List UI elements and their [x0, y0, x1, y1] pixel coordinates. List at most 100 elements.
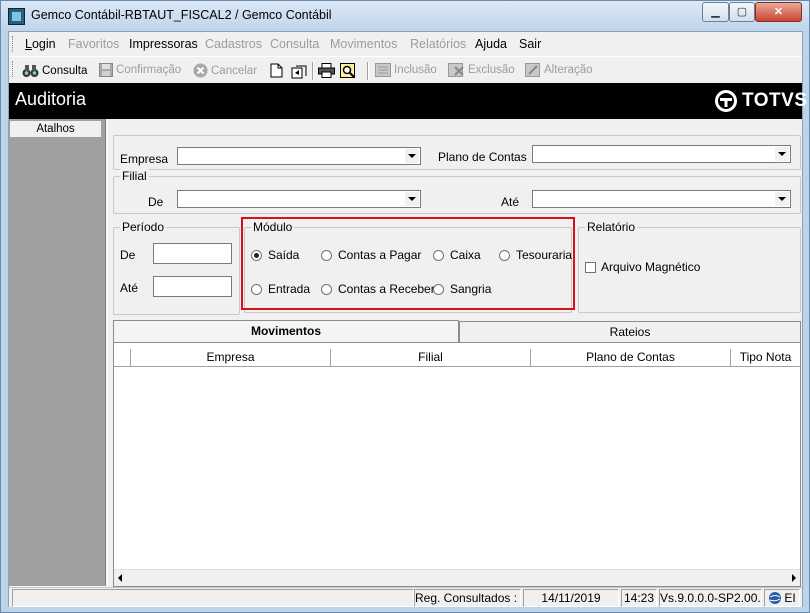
status-time: 14:23 [621, 589, 657, 607]
status-empty-panel [12, 589, 414, 607]
tab-rateios[interactable]: Rateios [459, 321, 801, 343]
menu-bar: Login Favoritos Impressoras Cadastros Co… [9, 32, 802, 55]
grid-header: Empresa Filial Plano de Contas Tipo Nota [114, 349, 800, 367]
sidebar: Atalhos [9, 119, 106, 586]
menu-login[interactable]: Login [25, 37, 56, 51]
alteracao-label: Alteração [544, 64, 593, 76]
scroll-left-icon[interactable] [118, 574, 122, 582]
print-button[interactable] [318, 63, 335, 78]
modulo-highlight [241, 217, 575, 310]
totvs-logo: TOTVS [715, 90, 808, 112]
status-bar: Reg. Consultados : 0 14/11/2019 14:23 Vs… [9, 587, 802, 607]
filial-ate-label: Até [501, 195, 520, 209]
toolbar-grip [12, 61, 15, 77]
toolbar-separator [367, 62, 369, 80]
logo-text: TOTVS [742, 90, 808, 111]
toolbar: Consulta Confirmação Cancelar Inclusão E… [9, 56, 802, 83]
client-area: Login Favoritos Impressoras Cadastros Co… [8, 31, 807, 607]
alteracao-button[interactable]: Alteração [525, 63, 593, 77]
arquivo-magnetico-checkbox[interactable]: Arquivo Magnético [585, 260, 700, 274]
status-cap: EI [764, 589, 800, 607]
status-version: Vs.9.0.0.0-SP2.00.0 [659, 589, 762, 607]
menu-ajuda[interactable]: Ajuda [475, 37, 507, 51]
minimize-button[interactable]: ▁ [702, 2, 729, 22]
new-document-button[interactable] [270, 63, 283, 78]
floppy-icon [99, 63, 113, 77]
menu-impressoras[interactable]: Impressoras [129, 37, 198, 51]
menu-favoritos[interactable]: Favoritos [68, 37, 119, 51]
window-title: Gemco Contábil-RBTAUT_FISCAL2 / Gemco Co… [31, 8, 332, 22]
inclusao-label: Inclusão [394, 64, 437, 76]
status-last: EI [784, 591, 796, 605]
consulta-label: Consulta [42, 64, 88, 77]
tab-strip: Movimentos Rateios [113, 320, 801, 343]
new-document-icon [270, 63, 283, 78]
col-filial[interactable]: Filial [330, 349, 530, 367]
binoculars-icon [22, 65, 39, 77]
chevron-down-icon[interactable] [405, 192, 419, 206]
maximize-button[interactable]: ▢ [729, 2, 755, 22]
relatorio-group: Relatório Arquivo Magnético [578, 220, 801, 313]
export-button[interactable] [291, 63, 307, 79]
checkbox-icon [585, 261, 596, 273]
status-reg-consultados: Reg. Consultados : 0 [414, 589, 521, 607]
periodo-de-label: De [120, 248, 136, 262]
filial-legend: Filial [120, 169, 149, 183]
exclusao-button[interactable]: Exclusão [448, 63, 515, 77]
movimentos-grid[interactable]: Empresa Filial Plano de Contas Tipo Nota [113, 342, 801, 587]
col-tipo-nota[interactable]: Tipo Nota [730, 349, 800, 367]
edit-icon [525, 63, 540, 77]
empresa-group: Empresa Plano de Contas [113, 135, 801, 170]
main-panel: Empresa Plano de Contas Filial De Até Pe… [107, 119, 802, 587]
scroll-right-icon[interactable] [792, 574, 796, 582]
plano-label: Plano de Contas [438, 150, 527, 164]
delete-icon [448, 63, 464, 77]
inclusao-button[interactable]: Inclusão [375, 63, 437, 77]
chevron-down-icon[interactable] [775, 147, 789, 161]
arquivo-magnetico-label: Arquivo Magnético [601, 260, 701, 274]
close-button[interactable]: ✕ [755, 2, 802, 22]
insert-icon [375, 63, 391, 77]
periodo-de-input[interactable] [153, 243, 232, 264]
toolbar-separator [312, 62, 314, 80]
globe-icon [769, 592, 782, 604]
relatorio-legend: Relatório [585, 220, 638, 234]
periodo-ate-label: Até [120, 281, 139, 295]
confirmacao-label: Confirmação [116, 64, 182, 76]
filial-group: Filial De Até [113, 169, 801, 214]
periodo-group: Período De Até [113, 220, 240, 315]
plano-combo[interactable] [532, 145, 791, 163]
module-banner: Auditoria TOTVS [9, 83, 807, 119]
confirmacao-button[interactable]: Confirmação [99, 63, 181, 77]
filial-ate-combo[interactable] [532, 190, 791, 208]
cancel-icon [193, 63, 208, 78]
menu-consulta[interactable]: Consulta [270, 37, 319, 51]
app-window: Gemco Contábil-RBTAUT_FISCAL2 / Gemco Co… [0, 0, 810, 613]
exclusao-label: Exclusão [468, 64, 515, 76]
filial-de-combo[interactable] [177, 190, 421, 208]
totvs-logo-icon [715, 90, 737, 112]
col-plano-de-contas[interactable]: Plano de Contas [530, 349, 730, 367]
printer-icon [318, 63, 335, 78]
menu-relatorios[interactable]: Relatórios [410, 37, 466, 51]
col-empresa[interactable]: Empresa [130, 349, 330, 367]
chevron-down-icon[interactable] [775, 192, 789, 206]
atalhos-tab[interactable]: Atalhos [9, 120, 102, 138]
menu-movimentos[interactable]: Movimentos [330, 37, 397, 51]
print-preview-button[interactable] [340, 63, 357, 79]
cancelar-button[interactable]: Cancelar [193, 63, 257, 78]
horizontal-scrollbar[interactable] [114, 569, 800, 586]
periodo-legend: Período [120, 220, 167, 234]
menu-cadastros[interactable]: Cadastros [205, 37, 262, 51]
consulta-button[interactable]: Consulta [22, 63, 87, 78]
print-preview-icon [340, 63, 355, 78]
filial-de-label: De [148, 195, 164, 209]
tab-movimentos[interactable]: Movimentos [113, 320, 459, 343]
app-icon [8, 8, 25, 25]
export-icon [291, 65, 307, 79]
empresa-combo[interactable] [177, 147, 421, 165]
menu-sair[interactable]: Sair [519, 37, 541, 51]
empresa-label: Empresa [120, 152, 169, 166]
chevron-down-icon[interactable] [405, 149, 419, 163]
periodo-ate-input[interactable] [153, 276, 232, 297]
